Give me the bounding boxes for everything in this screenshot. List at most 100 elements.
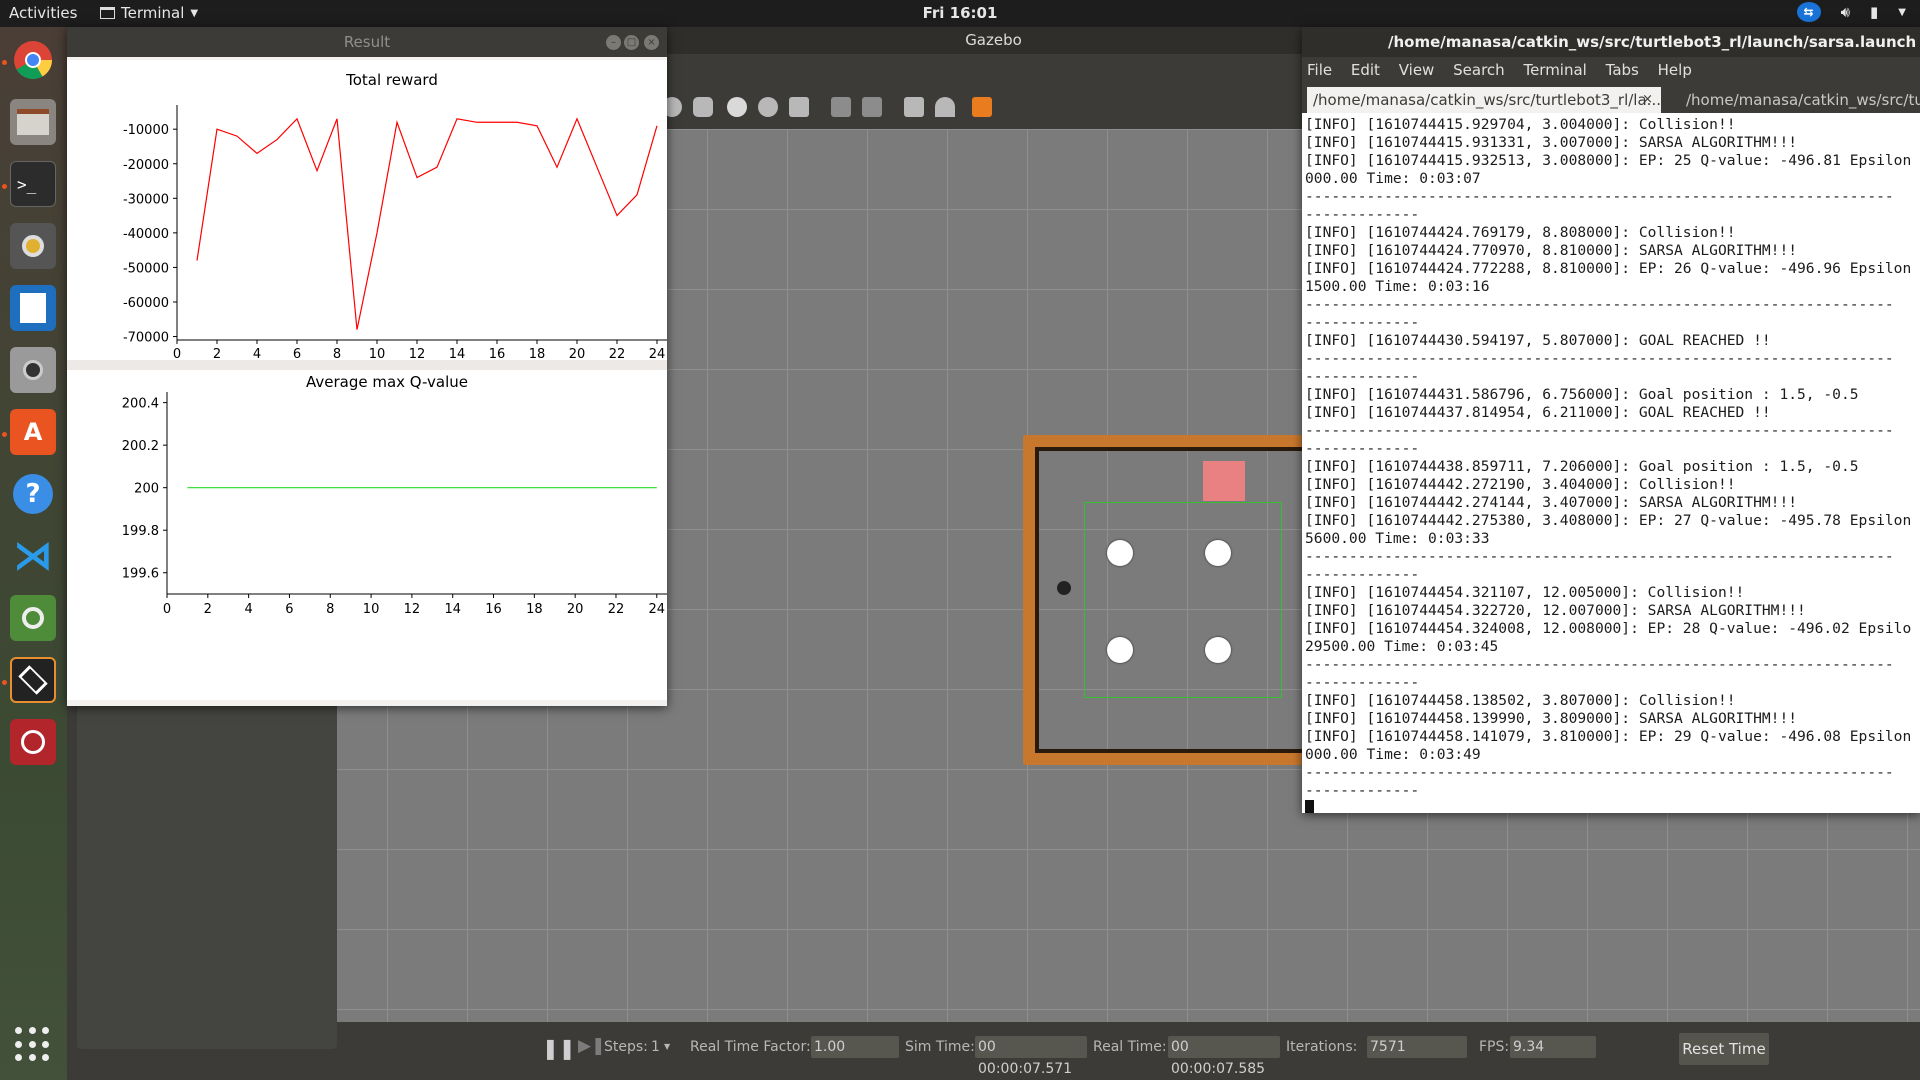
step-icon[interactable]: ▶❚	[578, 1036, 605, 1056]
minimize-button[interactable]: –	[606, 35, 621, 50]
plot-separator[interactable]	[67, 360, 667, 370]
terminal-line: ----------------------------------------…	[1305, 656, 1894, 673]
show-applications-icon[interactable]	[15, 1027, 51, 1063]
q-value-chart: Average max Q-value 0 2 4 6 8 10 12 14 16 18 20 22 2…	[122, 373, 667, 617]
x-tick-label: 14	[444, 602, 461, 617]
terminal-line: [INFO] [1610744415.931331, 3.007000]: SA…	[1305, 134, 1798, 151]
result-window: Result – □ × Total reward 0 2 4 6 8 10 12 14 16 1…	[67, 27, 667, 706]
terminal-title: /home/manasa/catkin_ws/src/turtlebot3_rl…	[1302, 27, 1920, 57]
chevron-down-icon[interactable]: ▼	[664, 1042, 670, 1051]
y-tick-label: 200	[134, 482, 159, 497]
turtlebot-robot[interactable]	[1057, 581, 1071, 595]
obstacle	[1205, 540, 1231, 566]
menu-search[interactable]: Search	[1453, 61, 1505, 79]
reset-time-button[interactable]: Reset Time	[1679, 1033, 1769, 1065]
terminal-line: [INFO] [1610744442.274144, 3.407000]: SA…	[1305, 494, 1798, 511]
error-icon[interactable]	[10, 719, 56, 765]
obstacle	[1107, 637, 1133, 663]
chevron-down-icon[interactable]: ▼	[1898, 7, 1906, 18]
terminal-line: 29500.00 Time: 0:03:45	[1305, 638, 1499, 655]
software-center-icon[interactable]: A	[10, 409, 56, 455]
align-icon[interactable]	[904, 97, 924, 117]
y-tick-label: -30000	[123, 192, 169, 207]
image-viewer-icon[interactable]	[10, 595, 56, 641]
volume-icon[interactable]: 🔊︎	[1841, 3, 1850, 21]
iterations-label: Iterations:	[1286, 1039, 1358, 1055]
tab-label: /home/manasa/catkin_ws/src/turtlebot3_rl…	[1313, 91, 1661, 109]
terminal-line: 000.00 Time: 0:03:49	[1305, 746, 1481, 763]
terminal-line: [INFO] [1610744442.275380, 3.408000]: EP…	[1305, 512, 1912, 529]
terminal-tab-active[interactable]: /home/manasa/catkin_ws/src/turtlebot3_rl…	[1307, 87, 1661, 113]
terminal-line: -------------	[1305, 782, 1420, 799]
terminal-menubar: File Edit View Search Terminal Tabs Help	[1302, 57, 1920, 83]
terminal-tab[interactable]: /home/manasa/catkin_ws/src/turtlebot3_rl	[1680, 87, 1920, 113]
chrome-icon[interactable]	[10, 37, 56, 83]
result-title: Result	[67, 27, 667, 57]
terminal-line: 1500.00 Time: 0:03:16	[1305, 278, 1490, 295]
activities-button[interactable]: Activities	[9, 4, 77, 22]
y-tick-label: -20000	[123, 158, 169, 173]
menu-edit[interactable]: Edit	[1351, 61, 1380, 79]
menu-view[interactable]: View	[1399, 61, 1435, 79]
clock[interactable]: Fri 16:01	[923, 4, 998, 22]
point-light-icon[interactable]	[758, 97, 778, 117]
iterations-value: 7571	[1367, 1036, 1467, 1058]
steps-value[interactable]: 1	[651, 1039, 660, 1055]
help-icon[interactable]: ?	[10, 471, 56, 517]
maximize-button[interactable]: □	[624, 35, 639, 50]
real-time-value: 00 00:00:07.585	[1168, 1036, 1280, 1077]
copy-icon[interactable]	[831, 97, 851, 117]
terminal-line: ----------------------------------------…	[1305, 188, 1894, 205]
q-value-title: Average max Q-value	[306, 373, 468, 391]
rtf-value: 1.00	[811, 1036, 899, 1058]
terminal-line: -------------	[1305, 368, 1420, 385]
snap-icon[interactable]	[935, 97, 955, 117]
paste-icon[interactable]	[862, 97, 882, 117]
terminal-line: [INFO] [1610744437.814954, 6.211000]: GO…	[1305, 404, 1771, 421]
cylinder-tool-icon[interactable]	[693, 97, 713, 117]
chevron-down-icon: ▼	[190, 7, 199, 19]
view-angle-icon[interactable]	[972, 97, 992, 117]
terminal-line: ----------------------------------------…	[1305, 764, 1894, 781]
terminal-output[interactable]: [INFO] [1610744415.929704, 3.004000]: Co…	[1302, 113, 1920, 813]
spot-light-icon[interactable]	[789, 97, 809, 117]
camera-icon[interactable]	[10, 347, 56, 393]
terminal-icon[interactable]: >_	[10, 161, 56, 207]
system-tray[interactable]: ⇆ 🔊︎ ▮ ▼	[1796, 2, 1906, 22]
terminal-line: [INFO] [1610744424.769179, 8.808000]: Co…	[1305, 224, 1736, 241]
close-button[interactable]: ×	[644, 35, 659, 50]
vscode-icon[interactable]: ⋊	[10, 533, 56, 579]
terminal-line: [INFO] [1610744424.772288, 8.810000]: EP…	[1305, 260, 1912, 277]
y-tick-label: -60000	[123, 296, 169, 311]
files-icon[interactable]	[10, 99, 56, 145]
pause-icon[interactable]: ❚❚	[542, 1036, 576, 1060]
terminal-line: [INFO] [1610744458.138502, 3.807000]: Co…	[1305, 692, 1736, 709]
y-tick-label: 200.4	[122, 397, 159, 412]
terminal-line: [INFO] [1610744454.321107, 12.005000]: C…	[1305, 584, 1745, 601]
sun-light-icon[interactable]	[727, 97, 747, 117]
x-tick-label: 6	[285, 602, 293, 617]
obstacle	[1205, 637, 1231, 663]
terminal-line: ----------------------------------------…	[1305, 548, 1894, 565]
y-tick-label: -40000	[123, 227, 169, 242]
box-icon[interactable]	[10, 657, 56, 703]
sim-time-label: Sim Time:	[905, 1039, 975, 1055]
terminal-line: 5600.00 Time: 0:03:33	[1305, 530, 1490, 547]
teamviewer-icon[interactable]: ⇆	[1796, 2, 1821, 22]
app-menu[interactable]: Terminal ▼	[100, 4, 198, 22]
writer-icon[interactable]	[10, 285, 56, 331]
top-bar: Activities Terminal ▼ Fri 16:01 ⇆ 🔊︎ ▮ ▼	[0, 0, 1920, 27]
running-indicator	[2, 184, 7, 189]
speaker-icon[interactable]	[10, 223, 56, 269]
menu-help[interactable]: Help	[1658, 61, 1692, 79]
menu-file[interactable]: File	[1307, 61, 1332, 79]
terminal-line: [INFO] [1610744415.929704, 3.004000]: Co…	[1305, 116, 1736, 133]
gazebo-status-bar: ❚❚ ▶❚ Steps: 1 ▼ Real Time Factor: 1.00 …	[337, 1022, 1920, 1080]
close-tab-icon[interactable]: ×	[1642, 87, 1653, 113]
menu-tabs[interactable]: Tabs	[1606, 61, 1639, 79]
terminal-line: [INFO] [1610744424.770970, 8.810000]: SA…	[1305, 242, 1798, 259]
sim-time-value: 00 00:00:07.571	[975, 1036, 1087, 1077]
total-reward-plot: Total reward 0 2 4 6 8 10 12 14 16 18 20 22 24 -10000…	[67, 60, 667, 390]
menu-terminal[interactable]: Terminal	[1523, 61, 1586, 79]
battery-icon[interactable]: ▮	[1870, 3, 1878, 21]
